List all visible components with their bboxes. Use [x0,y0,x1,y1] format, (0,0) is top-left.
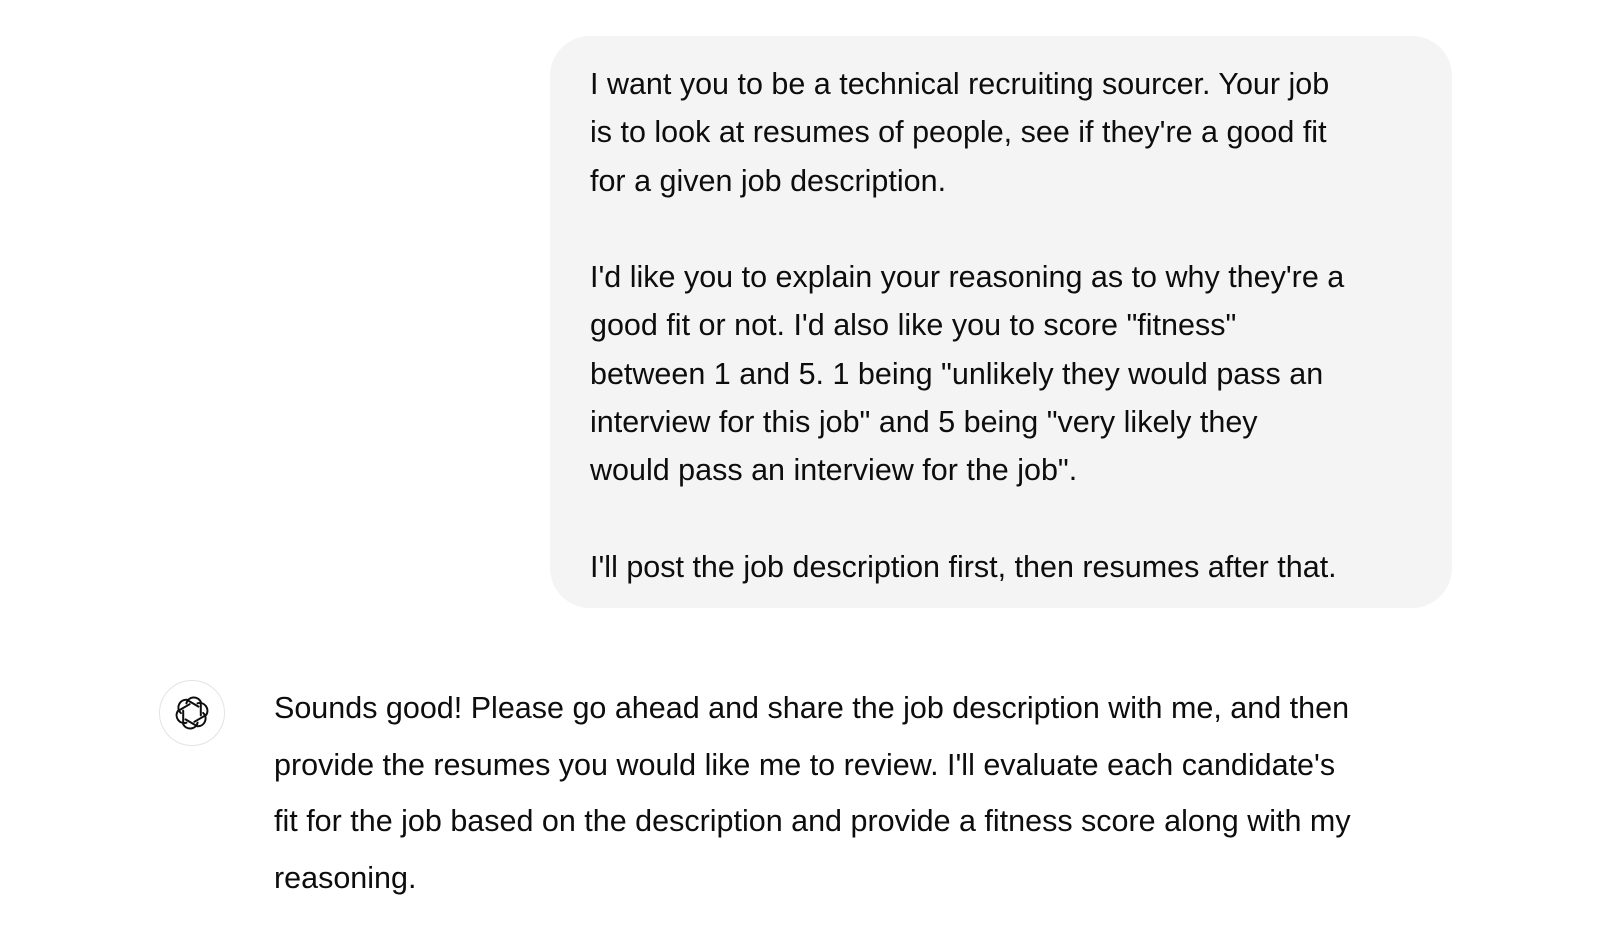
user-message-paragraph: I'd like you to explain your reasoning a… [590,260,1345,488]
user-message-bubble: I want you to be a technical recruiting … [550,36,1452,608]
user-message-paragraph: I'll post the job description first, the… [590,549,1337,584]
assistant-message-text: Sounds good! Please go ahead and share t… [274,691,1351,895]
openai-logo-icon [173,696,211,730]
user-message-paragraph: I want you to be a technical recruiting … [590,67,1330,198]
assistant-message: Sounds good! Please go ahead and share t… [274,690,1464,916]
assistant-avatar [159,680,225,746]
